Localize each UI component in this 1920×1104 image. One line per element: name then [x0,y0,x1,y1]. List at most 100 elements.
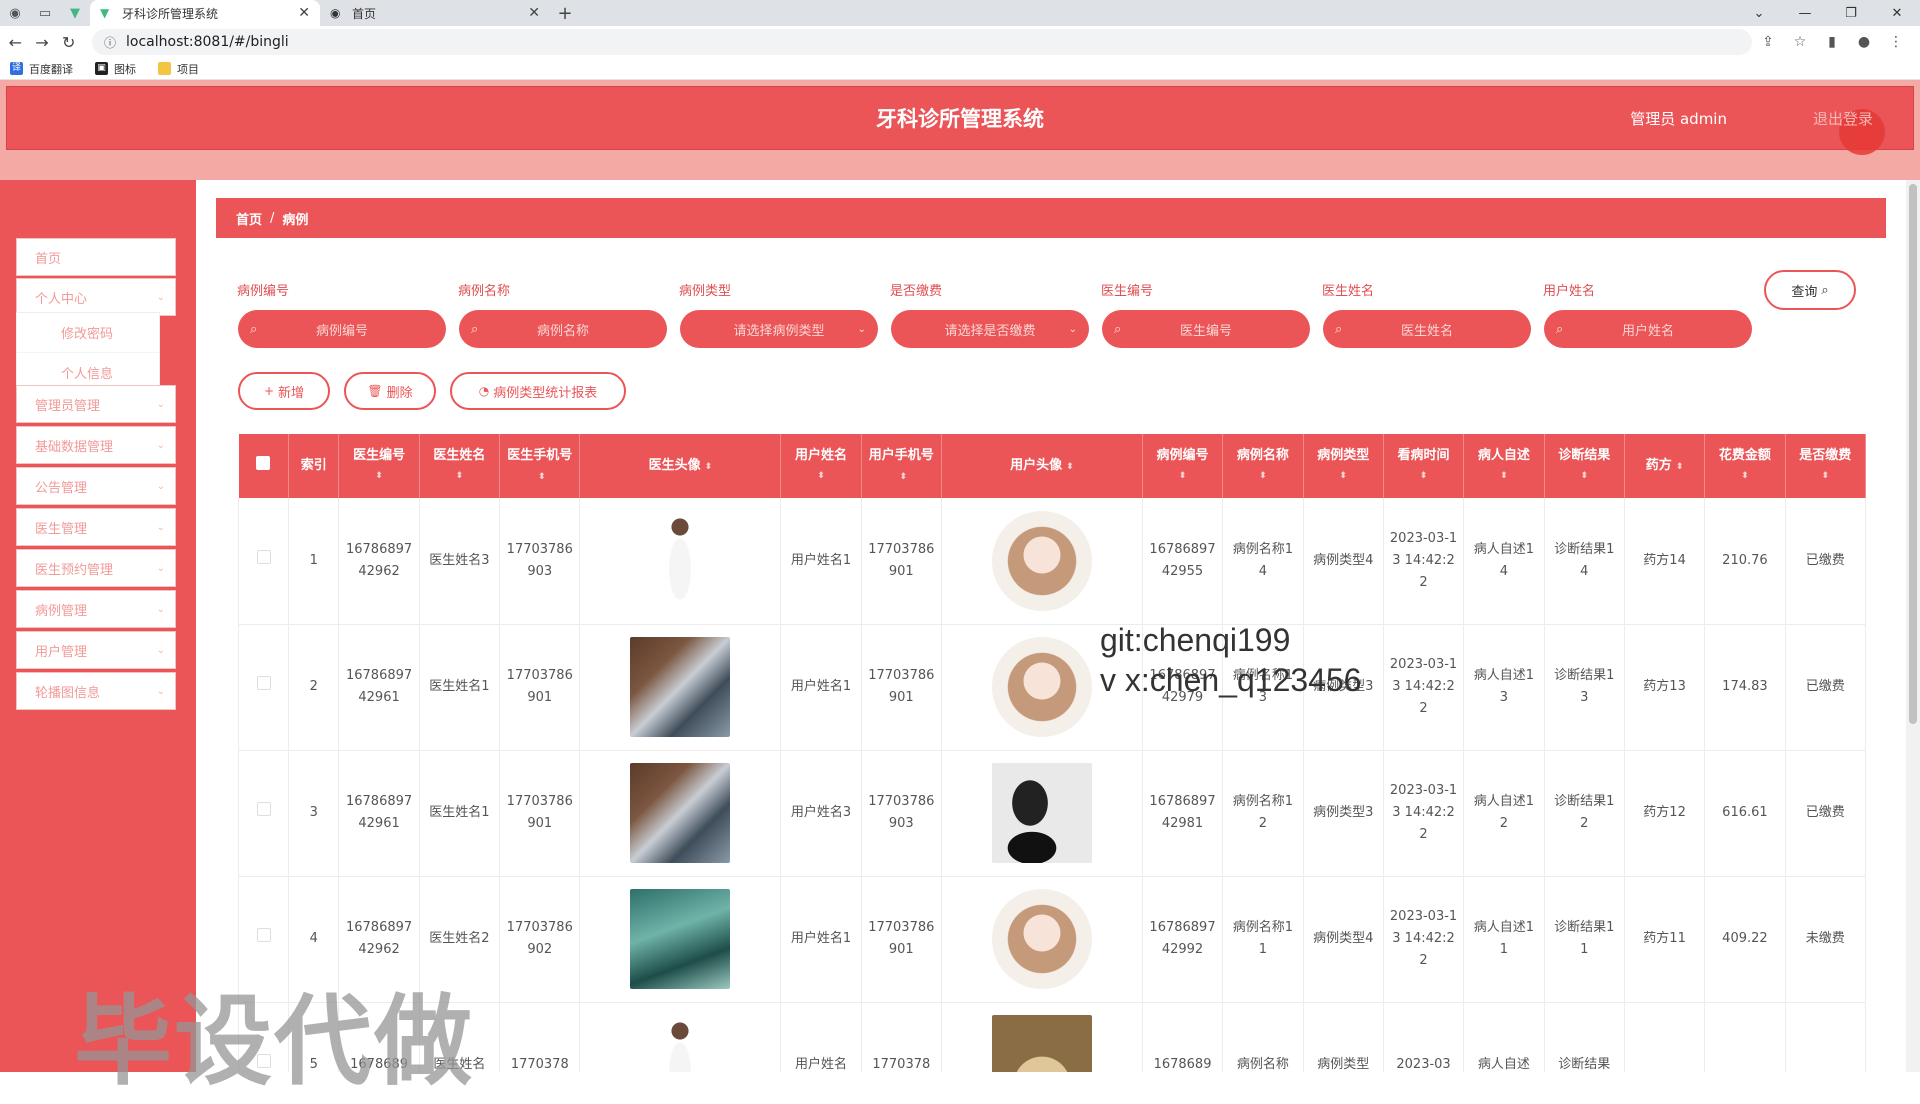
chevron-down-icon: ⌄ [156,521,165,533]
bookmark-item[interactable]: 译 百度翻译 [10,61,73,77]
sidebar-item-label: 个人中心 [35,291,88,307]
col-case-no[interactable]: 病例编号 ⬍ [1142,434,1224,498]
search-icon: ⌕ [471,321,479,337]
user-avatar-image[interactable] [991,637,1092,737]
doctor-photo[interactable] [630,510,731,611]
submenu-item-change-password[interactable]: 修改密码 [17,313,159,353]
doctor-photo[interactable] [630,637,731,737]
sidebar-item-admin[interactable]: 管理员管理 ⌄ [16,385,176,423]
breadcrumb-home[interactable]: 首页 [236,209,262,228]
col-user-phone[interactable]: 用户手机号⬍ [861,434,942,498]
tab-title: 牙科诊所管理系统 [122,6,219,21]
col-prescription[interactable]: 药方 ⬍ [1624,434,1706,498]
cell-doctor-avatar [579,624,782,751]
table-row[interactable]: 1 1678689742962 医生姓名3 17703786903 用户姓名1 17703… [238,498,1866,625]
doctor-photo[interactable] [630,763,731,863]
delete-button[interactable]: 🗑 删除 [344,372,436,410]
row-checkbox[interactable] [238,624,290,751]
close-window-button[interactable]: ✕ [1874,0,1920,26]
paid-select[interactable]: 请选择是否缴费 ⌄ [891,310,1089,348]
add-button[interactable]: + 新增 [238,372,330,410]
case-type-select[interactable]: 请选择病例类型 ⌄ [680,310,878,348]
share-icon[interactable]: ⇪ [1752,34,1784,50]
col-complaint[interactable]: 病人自述 ⬍ [1463,434,1545,498]
doctor-photo[interactable] [630,1015,731,1072]
cell-cost: 210.76 [1704,498,1786,625]
user-avatar-image[interactable] [991,510,1092,611]
doctor-no-input[interactable]: ⌕ 医生编号 [1102,310,1310,348]
close-icon[interactable]: ✕ [528,5,540,21]
col-paid[interactable]: 是否缴费 ⬍ [1785,434,1866,498]
table-row[interactable]: 3 1678689742961 医生姓名1 17703786901 用户姓名3 17703… [238,750,1866,877]
bookmark-item[interactable]: 项目 [158,61,199,77]
close-icon[interactable]: ✕ [298,5,310,21]
col-case-name[interactable]: 病例名称 ⬍ [1222,434,1304,498]
page-scrollbar[interactable] [1906,180,1920,1072]
info-icon[interactable]: ⓘ [104,34,116,51]
case-name-input[interactable]: ⌕ 病例名称 [459,310,667,348]
user-avatar-image[interactable] [991,1015,1092,1072]
col-diagnosis[interactable]: 诊断结果 ⬍ [1544,434,1625,498]
profile-icon[interactable]: ● [1848,34,1880,50]
browser-tab-inactive[interactable]: ◉ 首页 ✕ [320,0,550,26]
row-checkbox[interactable] [238,750,290,877]
chevron-down-icon[interactable]: ⌄ [1736,0,1782,26]
cell-index: 3 [288,750,340,877]
col-cost[interactable]: 花费金额 ⬍ [1704,434,1786,498]
user-avatar-image[interactable] [991,763,1092,863]
col-doctor-name[interactable]: 医生姓名 ⬍ [419,434,501,498]
sidebar-item-doctor[interactable]: 医生管理 ⌄ [16,508,176,546]
col-case-type[interactable]: 病例类型 ⬍ [1303,434,1384,498]
cell-user-name: 用户姓名1 [780,624,862,751]
table-row[interactable]: 5 1678689 医生姓名 1770378 用户姓名 1770378 1678689 病例名… [238,1002,1866,1072]
sidebar-item-carousel[interactable]: 轮播图信息 ⌄ [16,672,176,710]
sidebar-item-home[interactable]: 首页 [16,238,176,276]
url-field[interactable]: ⓘ localhost:8081/#/bingli [92,29,1753,55]
minimize-button[interactable]: — [1782,0,1828,26]
sidebar-item-base-data[interactable]: 基础数据管理 ⌄ [16,426,176,464]
sidebar-item-appointment[interactable]: 医生预约管理 ⌄ [16,549,176,587]
report-button[interactable]: ◔ 病例类型统计报表 [450,372,626,410]
bookmark-item[interactable]: ▣ 图标 [95,61,136,77]
cell-complaint: 病人自述14 [1463,498,1545,625]
col-doctor-no[interactable]: 医生编号 ⬍ [338,434,420,498]
logout-button[interactable]: 退出登录 [1813,87,1873,151]
back-icon[interactable]: ← [4,33,27,52]
sidebar-item-notice[interactable]: 公告管理 ⌄ [16,467,176,505]
col-user-name[interactable]: 用户姓名 ⬍ [780,434,862,498]
more-icon[interactable]: ⋮ [1880,34,1912,50]
col-user-avatar[interactable]: 用户头像 ⬍ [941,434,1143,498]
star-icon[interactable]: ☆ [1784,34,1816,50]
sidepanel-icon[interactable]: ▮ [1816,34,1848,50]
select-all-checkbox[interactable] [238,434,290,498]
forward-icon[interactable]: → [31,33,54,52]
app-title: 牙科诊所管理系统 [876,107,1044,131]
sidebar-item-users[interactable]: 用户管理 ⌄ [16,631,176,669]
col-doctor-phone[interactable]: 医生手机号⬍ [499,434,581,498]
user-avatar-image[interactable] [991,889,1092,989]
case-no-input[interactable]: ⌕ 病例编号 [238,310,446,348]
scrollbar-thumb[interactable] [1909,184,1917,724]
restore-button[interactable]: ❐ [1828,0,1874,26]
col-doctor-avatar[interactable]: 医生头像 ⬍ [579,434,782,498]
reload-icon[interactable]: ↻ [57,33,80,52]
doctor-name-input[interactable]: ⌕ 医生姓名 [1323,310,1531,348]
col-visit-time[interactable]: 看病时间 ⬍ [1383,434,1465,498]
search-icon: ⌕ [1335,321,1343,337]
table-row[interactable]: 4 1678689742962 医生姓名2 17703786902 用户姓名1 17703… [238,876,1866,1003]
tab-placeholder-icon[interactable]: ▭ [30,0,60,26]
query-button[interactable]: 查询 ⌕ [1764,270,1856,310]
browser-tab-active[interactable]: ▼ 牙科诊所管理系统 ✕ [90,0,320,26]
cell-case-no: 1678689 [1142,1002,1224,1072]
select-placeholder: 请选择病例类型 [733,323,825,339]
new-tab-button[interactable]: + [550,0,580,26]
user-name-input[interactable]: ⌕ 用户姓名 [1544,310,1752,348]
sidebar-item-cases[interactable]: 病例管理 ⌄ [16,590,176,628]
table-row[interactable]: 2 1678689742961 医生姓名1 17703786901 用户姓名1 17703… [238,624,1866,751]
globe-icon[interactable]: ◉ [0,0,30,26]
doctor-photo[interactable] [630,889,731,989]
sidebar-item-profile-center[interactable]: 个人中心 ⌄ [16,278,176,316]
cell-index: 2 [288,624,340,751]
row-checkbox[interactable] [238,498,290,625]
vue-logo-icon[interactable]: ▼ [60,0,90,26]
